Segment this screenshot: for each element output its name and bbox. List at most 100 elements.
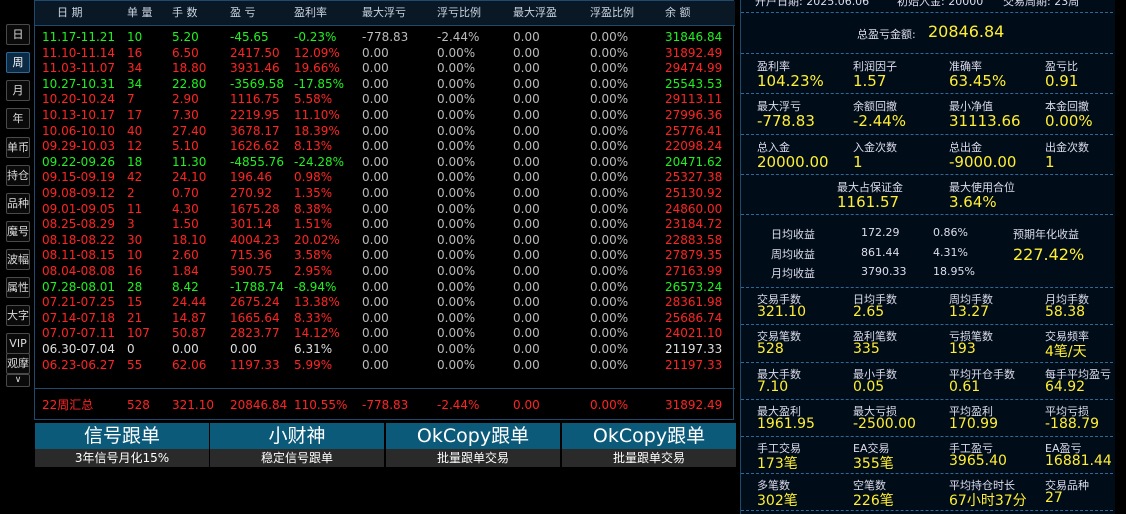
sidebar-btn-5[interactable]: 持仓 [6, 165, 30, 186]
col-header-pl[interactable]: 盈 亏 [230, 1, 256, 25]
cell-date: 09.15-09.19 [42, 170, 116, 185]
cell-date: 09.08-09.12 [42, 186, 116, 200]
cell-pl: 1626.62 [230, 139, 280, 154]
cell-max-float-loss: 0.00 [362, 248, 389, 263]
promo-subtitle[interactable]: 3年信号月化15% [35, 449, 209, 467]
col-header-pl-rate[interactable]: 盈利率 [294, 1, 327, 25]
cell-date: 11.03-11.07 [42, 61, 116, 76]
cell-orders: 21 [127, 310, 143, 325]
sidebar-btn-6[interactable]: 品种 [6, 193, 30, 214]
r2-value-3: 0.00% [1045, 112, 1093, 130]
cell-date: 10.06-10.10 [42, 123, 116, 138]
cell-pl-rate: 8.13% [294, 139, 333, 154]
promo-tile-1[interactable]: 小财神 稳定信号跟单 [210, 423, 384, 467]
col-header-lots[interactable]: 手 数 [172, 1, 198, 25]
table-header: 日 期 单 量手 数 盈 亏 盈利率 最大浮亏 浮亏比例 最大浮盈 浮盈比例 余 额 [35, 1, 735, 26]
r6-value-0: 528 [757, 341, 784, 357]
cell-date: 06.30-07.04 [42, 342, 116, 356]
cell-orders: 10 [127, 30, 143, 44]
sidebar-btn-12[interactable]: 观摩 [6, 353, 30, 374]
promo-subtitle[interactable]: 批量跟单交易 [562, 449, 736, 467]
cell-lots: 5.20 [172, 30, 199, 44]
sidebar-btn-3[interactable]: 年 [6, 108, 30, 129]
cell-max-float-gain: 0.00 [513, 108, 540, 122]
total-pl-section: 总盈亏金额: 20846.84 [741, 12, 1113, 54]
promo-subtitle[interactable]: 批量跟单交易 [386, 449, 560, 467]
cell-float-loss-ratio: 0.00% [437, 201, 476, 216]
cell-orders: 2 [127, 186, 135, 200]
r1-value-3: 0.91 [1045, 72, 1079, 90]
summary-float-gain-ratio: 0.00% [590, 398, 629, 412]
cell-float-loss-ratio: 0.00% [437, 217, 476, 232]
col-header-float-gain-ratio[interactable]: 浮盈比例 [590, 1, 634, 25]
day-avg-value: 172.29 [861, 226, 900, 239]
promo-subtitle[interactable]: 稳定信号跟单 [210, 449, 384, 467]
promo-tile-0[interactable]: 信号跟单 3年信号月化15% [35, 423, 209, 467]
promo-title[interactable]: OkCopy跟单 [562, 423, 736, 449]
sidebar-btn-1[interactable]: 周 [6, 52, 30, 73]
cell-pl-rate: 11.10% [294, 108, 340, 122]
r9-value-2: 3965.40 [949, 453, 1007, 469]
col-header-max-float-loss[interactable]: 最大浮亏 [362, 1, 406, 25]
cell-balance: 27879.35 [665, 248, 723, 263]
sidebar-btn-8[interactable]: 波幅 [6, 249, 30, 270]
col-header-balance[interactable]: 余 额 [665, 1, 691, 25]
cell-float-gain-ratio: 0.00% [590, 232, 629, 247]
cell-float-loss-ratio: 0.00% [437, 139, 476, 154]
cell-pl: 4004.23 [230, 232, 280, 247]
sidebar-btn-4[interactable]: 单币 [6, 137, 30, 158]
cell-date: 10.27-10.31 [42, 76, 116, 91]
promo-title[interactable]: 信号跟单 [35, 423, 209, 449]
cell-orders: 30 [127, 232, 143, 247]
sidebar-btn-2[interactable]: 月 [6, 80, 30, 101]
cell-max-float-loss: 0.00 [362, 123, 389, 138]
cell-max-float-gain: 0.00 [513, 342, 540, 356]
col-header-orders[interactable]: 单 量 [127, 1, 153, 25]
margin-row: 最大占保证金 1161.57 最大使用合位 3.64% [741, 174, 1113, 215]
sidebar-btn-7[interactable]: 魔号 [6, 221, 30, 242]
cell-float-loss-ratio: 0.00% [437, 295, 476, 310]
r7-value-1: 0.05 [853, 379, 885, 395]
r2-value-0: -778.83 [757, 112, 815, 130]
sidebar-btn-9[interactable]: 属性 [6, 277, 30, 298]
promo-tile-3[interactable]: OkCopy跟单 批量跟单交易 [562, 423, 736, 467]
cell-float-gain-ratio: 0.00% [590, 123, 629, 138]
cell-balance: 25327.38 [665, 170, 723, 185]
cell-float-gain-ratio: 0.00% [590, 264, 629, 278]
cell-max-float-gain: 0.00 [513, 76, 540, 91]
cell-max-float-loss: 0.00 [362, 201, 389, 216]
cell-balance: 31892.49 [665, 45, 723, 60]
promo-tile-2[interactable]: OkCopy跟单 批量跟单交易 [386, 423, 560, 467]
promo-title[interactable]: 小财神 [210, 423, 384, 449]
cell-max-float-loss: 0.00 [362, 310, 389, 325]
cell-pl: 196.46 [230, 170, 272, 185]
summary-orders: 528 [127, 398, 150, 412]
r3-value-3: 1 [1045, 153, 1055, 171]
summary-pl: 20846.84 [230, 398, 288, 412]
cell-pl-rate: 1.35% [294, 186, 333, 200]
cell-lots: 11.30 [172, 154, 207, 169]
cell-max-float-gain: 0.00 [513, 61, 540, 76]
summary-date: 22周汇总 [42, 398, 94, 412]
cell-lots: 0.70 [172, 186, 199, 200]
sidebar-btn-0[interactable]: 日 [6, 24, 30, 45]
sidebar-btn-11[interactable]: VIP [6, 333, 30, 354]
sidebar-btn-10[interactable]: 大字 [6, 305, 30, 326]
expand-chevron-icon[interactable]: ∨ [6, 374, 30, 387]
col-header-date[interactable]: 日 期 [57, 1, 83, 25]
cell-float-gain-ratio: 0.00% [590, 61, 629, 76]
cell-float-gain-ratio: 0.00% [590, 108, 629, 122]
cell-lots: 1.50 [172, 217, 199, 232]
cell-max-float-loss: 0.00 [362, 154, 389, 169]
cell-float-loss-ratio: 0.00% [437, 154, 476, 169]
cell-pl-rate: 14.12% [294, 326, 340, 341]
promo-title[interactable]: OkCopy跟单 [386, 423, 560, 449]
col-header-float-loss-ratio[interactable]: 浮亏比例 [437, 1, 481, 25]
cell-float-loss-ratio: 0.00% [437, 232, 476, 247]
cell-float-gain-ratio: 0.00% [590, 186, 629, 200]
col-header-max-float-gain[interactable]: 最大浮盈 [513, 1, 557, 25]
cell-float-loss-ratio: 0.00% [437, 310, 476, 325]
cell-lots: 27.40 [172, 123, 207, 138]
r2-value-1: -2.44% [853, 112, 907, 130]
cell-lots: 18.10 [172, 232, 207, 247]
